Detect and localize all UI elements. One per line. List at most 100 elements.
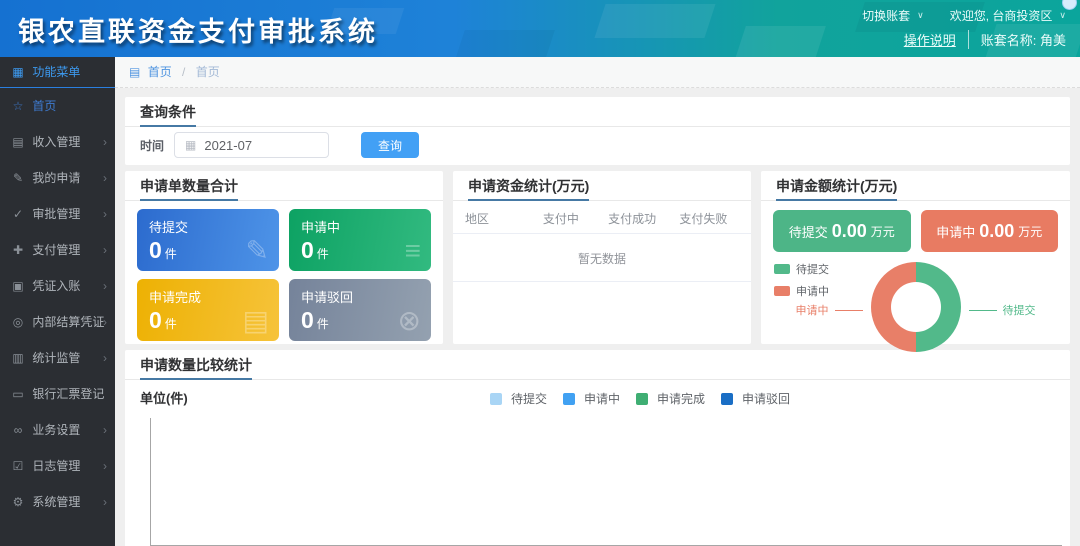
donut-chart[interactable] [871, 262, 961, 352]
account-name-label: 账套名称: 角美 [968, 30, 1066, 49]
callout-line [835, 310, 863, 311]
check-icon: ✓ [11, 196, 25, 232]
operation-guide-link[interactable]: 操作说明 [904, 30, 968, 49]
sidebar-item-statistics[interactable]: ▥ 统计监管 › [0, 340, 115, 376]
month-picker-value: 2021-07 [204, 138, 252, 153]
chevron-down-icon: ∨ [917, 10, 924, 21]
cross-icon: ✚ [11, 232, 25, 268]
sidebar-item-voucher-entry[interactable]: ▣ 凭证入账 › [0, 268, 115, 304]
donut-chart-area: 待提交 申请中 申请中 待提交 [761, 258, 1070, 353]
comparison-chart-panel: 申请数量比较统计 单位(件) 待提交 申请中 申请完成 申请驳回 [125, 350, 1070, 546]
bar-chart-plot-area[interactable] [150, 418, 1062, 546]
decor-shape [594, 4, 715, 38]
month-picker-input[interactable]: ▦ 2021-07 [174, 132, 329, 158]
legend-item[interactable]: 申请中 [563, 390, 620, 407]
application-count-panel: 申请单数量合计 待提交 0件 ✎ 申请中 0件 ≡ 申请完成 0件 ▤ [125, 171, 443, 344]
bar-chart-icon: ▥ [11, 340, 25, 376]
switch-account-dropdown[interactable]: 切换账套 ∨ [862, 7, 924, 24]
gear-icon: ⚙ [11, 484, 25, 520]
briefcase-icon: ▣ [11, 268, 25, 304]
document-reject-icon: ⊗ [398, 304, 421, 337]
empty-table-placeholder: 暂无数据 [453, 234, 751, 282]
chevron-right-icon: › [103, 304, 107, 340]
note-icon: ☑ [11, 448, 25, 484]
document-icon: ▤ [243, 304, 269, 337]
legend-swatch-green [636, 393, 648, 405]
column-header: 支付成功 [597, 210, 668, 227]
legend-swatch-red [774, 286, 790, 296]
breadcrumb: ▤ 首页 / 首页 [115, 57, 1080, 88]
list-check-icon: ≡ [405, 235, 421, 267]
fund-stats-panel: 申请资金统计(万元) 地区 支付中 支付成功 支付失败 暂无数据 [453, 171, 751, 344]
grid-menu-icon: ▦ [11, 57, 25, 88]
target-icon: ◎ [11, 304, 25, 340]
sidebar-item-payment[interactable]: ✚ 支付管理 › [0, 232, 115, 268]
search-button[interactable]: 查询 [361, 132, 419, 158]
column-header: 地区 [465, 210, 525, 227]
query-section-title: 查询条件 [140, 104, 196, 127]
sidebar-menu-header: ▦ 功能菜单 [0, 57, 115, 88]
stat-card-rejected[interactable]: 申请驳回 0件 ⊗ [289, 279, 431, 341]
card-icon: ▭ [11, 376, 25, 412]
chevron-right-icon: › [103, 268, 107, 304]
stat-card-completed[interactable]: 申请完成 0件 ▤ [137, 279, 279, 341]
time-label: 时间 [140, 137, 164, 154]
chevron-right-icon: › [103, 484, 107, 520]
callout-line [969, 310, 997, 311]
amount-stats-panel: 申请金额统计(万元) 待提交 0.00 万元 申请中 0.00 万元 待提交 申… [761, 171, 1070, 344]
donut-callout-right: 待提交 [1003, 302, 1036, 318]
document-icon: ▤ [11, 124, 25, 160]
link-icon: ∞ [11, 412, 25, 448]
stat-card-in-progress[interactable]: 申请中 0件 ≡ [289, 209, 431, 271]
column-header: 支付中 [525, 210, 596, 227]
legend-item[interactable]: 待提交 [490, 390, 547, 407]
legend-swatch-lightblue [490, 393, 502, 405]
header-right: 切换账套 ∨ 欢迎您, 台商投资区 ∨ 操作说明 账套名称: 角美 [862, 4, 1066, 52]
legend-swatch-green [774, 264, 790, 274]
decor-shape [455, 30, 555, 57]
page-icon: ▤ [129, 65, 140, 79]
chevron-right-icon: › [103, 412, 107, 448]
sidebar-item-home[interactable]: ☆ 首页 [0, 88, 115, 124]
badge-pending-amount: 待提交 0.00 万元 [773, 210, 911, 252]
app-title: 银农直联资金支付审批系统 [18, 10, 378, 49]
pencil-icon: ✎ [11, 160, 25, 196]
sidebar: ▦ 功能菜单 ☆ 首页 ▤ 收入管理 › ✎ 我的申请 › ✓ 审批管理 › ✚… [0, 57, 115, 546]
main-content: 查询条件 时间 ▦ 2021-07 查询 申请单数量合计 待提交 0件 ✎ [115, 88, 1080, 546]
floating-helper-dot[interactable] [1062, 0, 1077, 10]
badge-inprogress-amount: 申请中 0.00 万元 [921, 210, 1059, 252]
legend-item[interactable]: 申请驳回 [721, 390, 790, 407]
edit-document-icon: ✎ [246, 234, 269, 267]
chevron-right-icon: › [103, 232, 107, 268]
welcome-user-dropdown[interactable]: 欢迎您, 台商投资区 ∨ [950, 7, 1066, 24]
chevron-right-icon: › [103, 340, 107, 376]
query-panel: 查询条件 时间 ▦ 2021-07 查询 [125, 97, 1070, 165]
stat-card-pending-submit[interactable]: 待提交 0件 ✎ [137, 209, 279, 271]
fund-section-title: 申请资金统计(万元) [468, 178, 589, 201]
breadcrumb-current: 首页 [196, 65, 220, 79]
y-axis-unit-label: 单位(件) [140, 391, 188, 406]
breadcrumb-home-link[interactable]: 首页 [148, 65, 172, 79]
sidebar-item-bank-draft[interactable]: ▭ 银行汇票登记 [0, 376, 115, 412]
sidebar-item-approval[interactable]: ✓ 审批管理 › [0, 196, 115, 232]
legend-swatch-blue [563, 393, 575, 405]
star-icon: ☆ [11, 88, 25, 124]
sidebar-item-income[interactable]: ▤ 收入管理 › [0, 124, 115, 160]
calendar-icon: ▦ [185, 138, 196, 152]
sidebar-item-business-settings[interactable]: ∞ 业务设置 › [0, 412, 115, 448]
decor-shape [734, 26, 826, 57]
chevron-right-icon: › [103, 196, 107, 232]
table-header-row: 地区 支付中 支付成功 支付失败 [453, 204, 751, 234]
count-section-title: 申请单数量合计 [140, 178, 238, 201]
sidebar-item-internal-settlement[interactable]: ◎ 内部结算凭证 › [0, 304, 115, 340]
legend-item[interactable]: 申请完成 [636, 390, 705, 407]
chevron-right-icon: › [103, 160, 107, 196]
legend-swatch-darkblue [721, 393, 733, 405]
sidebar-item-system-management[interactable]: ⚙ 系统管理 › [0, 484, 115, 520]
sidebar-item-my-applications[interactable]: ✎ 我的申请 › [0, 160, 115, 196]
donut-legend: 待提交 申请中 [774, 261, 829, 305]
app-header: 银农直联资金支付审批系统 切换账套 ∨ 欢迎您, 台商投资区 ∨ 操作说明 账套… [0, 0, 1080, 57]
comparison-section-title: 申请数量比较统计 [140, 357, 252, 380]
chevron-down-icon: ∨ [1059, 10, 1066, 21]
sidebar-item-log-management[interactable]: ☑ 日志管理 › [0, 448, 115, 484]
